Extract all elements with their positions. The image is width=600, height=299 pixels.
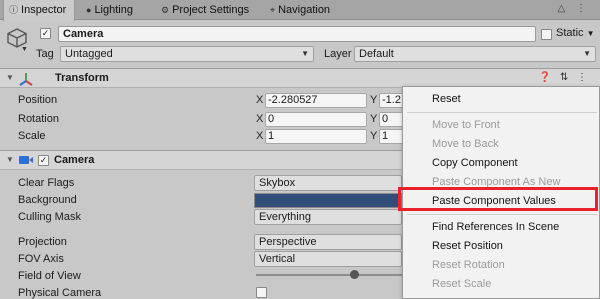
transform-axes-icon: [19, 73, 33, 86]
fov-axis-dropdown[interactable]: Vertical: [254, 251, 402, 267]
clear-flags-dropdown[interactable]: Skybox: [254, 175, 402, 191]
position-x-field[interactable]: -2.280527: [265, 93, 367, 108]
clear-flags-label: Clear Flags: [18, 177, 75, 189]
transform-header[interactable]: ▼ Transform ❓ ⇅ ⋮: [0, 68, 600, 88]
culling-mask-dropdown[interactable]: Everything: [254, 209, 402, 225]
camera-lens-icon: [29, 157, 33, 163]
rotation-label: Rotation: [18, 113, 59, 125]
projection-label: Projection: [18, 236, 67, 248]
menu-item-move-to-front[interactable]: Move to Front: [432, 119, 500, 131]
scale-x-field[interactable]: 1: [265, 129, 367, 144]
nav-icon: ⌖: [270, 5, 276, 15]
component-options-icons[interactable]: ❓ ⇅ ⋮: [539, 72, 590, 83]
field-of-view-slider-knob[interactable]: [350, 270, 359, 279]
tab-lighting[interactable]: ● Lighting: [81, 0, 155, 20]
menu-item-reset-scale[interactable]: Reset Scale: [432, 278, 491, 290]
physical-camera-label: Physical Camera: [18, 287, 102, 299]
background-color-swatch[interactable]: [254, 193, 402, 208]
menu-separator: [407, 112, 597, 113]
camera-title: Camera: [54, 154, 95, 166]
layer-dropdown[interactable]: Default ▼: [354, 46, 596, 62]
bulb-icon: ●: [86, 5, 92, 15]
menu-item-move-to-back[interactable]: Move to Back: [432, 138, 499, 150]
active-checkbox[interactable]: ✓: [40, 28, 51, 39]
menu-item-reset-position[interactable]: Reset Position: [432, 240, 503, 252]
fov-axis-label: FOV Axis: [18, 253, 64, 265]
tab-project-settings[interactable]: ⚙ Project Settings: [156, 0, 258, 20]
tag-dropdown[interactable]: Untagged ▼: [60, 46, 314, 62]
gameobject-name-field[interactable]: Camera: [58, 26, 536, 42]
menu-item-reset[interactable]: Reset: [432, 93, 461, 105]
fold-arrow-icon[interactable]: ▼: [6, 155, 14, 164]
menu-separator: [407, 214, 597, 215]
tab-navigation[interactable]: ⌖ Navigation: [265, 0, 345, 20]
rotation-x-field[interactable]: 0: [265, 112, 367, 127]
icon-dropdown-icon[interactable]: ▼: [21, 46, 28, 53]
tab-inspector[interactable]: ⓘ Inspector: [3, 0, 75, 21]
static-checkbox[interactable]: [541, 29, 552, 40]
window-menu-icon[interactable]: △ ⋮: [558, 3, 590, 14]
scale-label: Scale: [18, 130, 46, 142]
chevron-down-icon: ▼: [586, 29, 595, 38]
position-y-axis: Y: [370, 94, 378, 106]
highlight-annotation-box: [398, 187, 598, 211]
position-x-axis: X: [256, 94, 264, 106]
culling-mask-label: Culling Mask: [18, 211, 81, 223]
camera-component-icon: [19, 156, 29, 164]
rotation-y-axis: Y: [370, 113, 378, 125]
scale-x-axis: X: [256, 130, 264, 142]
tab-bar: ⓘ Inspector ● Lighting ⚙ Project Settings ⌖…: [0, 0, 600, 21]
field-of-view-label: Field of View: [18, 270, 81, 282]
field-of-view-slider-track[interactable]: [256, 274, 402, 276]
physical-camera-checkbox[interactable]: [256, 287, 267, 298]
menu-item-copy-component[interactable]: Copy Component: [432, 157, 518, 169]
rotation-x-axis: X: [256, 113, 264, 125]
layer-label: Layer: [324, 48, 352, 60]
projection-dropdown[interactable]: Perspective: [254, 234, 402, 250]
chevron-down-icon: ▼: [301, 49, 309, 58]
static-label[interactable]: Static ▼: [556, 27, 595, 39]
background-label: Background: [18, 194, 77, 206]
scale-y-axis: Y: [370, 130, 378, 142]
transform-title: Transform: [55, 72, 109, 84]
position-label: Position: [18, 94, 58, 106]
info-icon: ⓘ: [9, 5, 19, 15]
menu-item-reset-rotation[interactable]: Reset Rotation: [432, 259, 505, 271]
gear-icon: ⚙: [161, 5, 170, 15]
menu-item-find-references[interactable]: Find References In Scene: [432, 221, 559, 233]
fold-arrow-icon[interactable]: ▼: [6, 73, 14, 82]
chevron-down-icon: ▼: [583, 49, 591, 58]
tag-label: Tag: [36, 48, 54, 60]
camera-enabled-checkbox[interactable]: ✓: [38, 155, 49, 166]
